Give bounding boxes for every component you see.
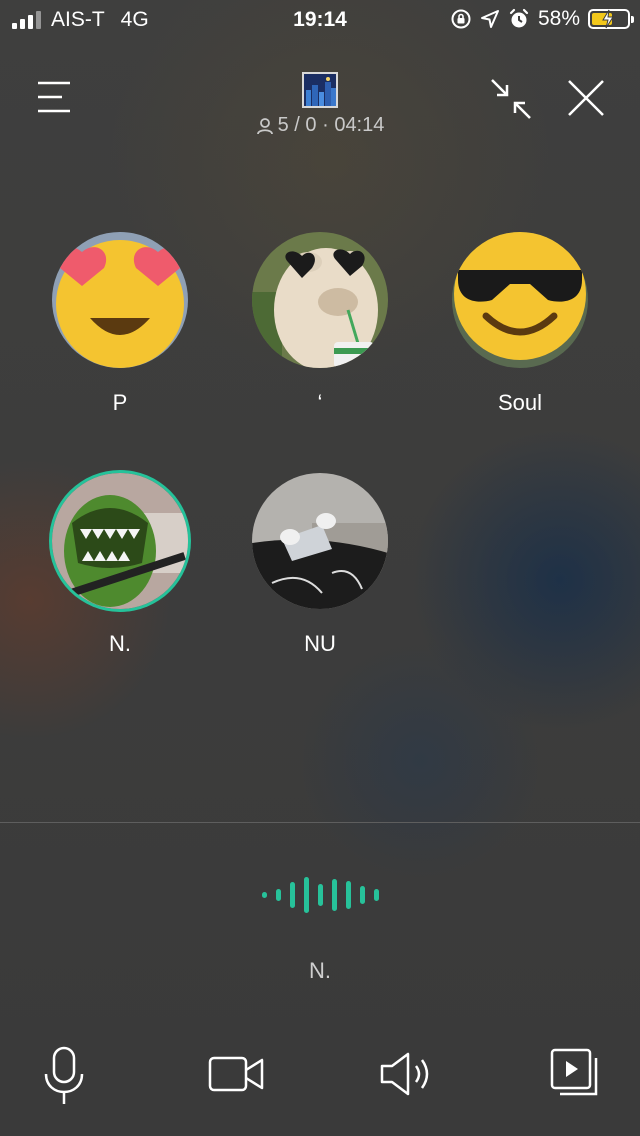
microphone-icon[interactable] bbox=[40, 1046, 88, 1111]
screen-share-icon[interactable] bbox=[550, 1048, 602, 1105]
avatar bbox=[252, 473, 388, 609]
room-info: 5 / 0 · 04:14 bbox=[0, 114, 640, 137]
video-camera-icon[interactable] bbox=[208, 1054, 264, 1099]
avatar bbox=[452, 232, 588, 368]
avatar-speaking bbox=[52, 473, 188, 609]
sneakers-photo-icon bbox=[252, 473, 388, 609]
close-icon[interactable] bbox=[566, 78, 606, 118]
location-arrow-icon bbox=[480, 10, 499, 28]
voice-wave-indicator bbox=[250, 872, 390, 918]
status-bar: AIS-T 4G 19:14 58% bbox=[0, 0, 640, 40]
active-speaker-name: N. bbox=[309, 958, 331, 983]
participant-count-duration: 5 / 0 · 04:14 bbox=[277, 114, 385, 136]
speaker-icon[interactable] bbox=[378, 1052, 432, 1101]
participant-name: NU bbox=[304, 631, 336, 656]
room-thumbnail[interactable] bbox=[302, 72, 338, 108]
participant-tile[interactable]: N. bbox=[30, 473, 210, 657]
participant-tile[interactable]: NU bbox=[230, 473, 410, 657]
llama-photo-icon bbox=[252, 232, 388, 368]
battery-icon bbox=[588, 9, 634, 29]
divider bbox=[0, 822, 640, 823]
alarm-icon bbox=[509, 8, 529, 28]
dinosaur-photo-icon bbox=[52, 473, 188, 609]
participant-tile[interactable]: Soul bbox=[430, 232, 610, 416]
heart-eyes-emoji-icon bbox=[52, 232, 188, 368]
avatar bbox=[252, 232, 388, 368]
avatar bbox=[52, 232, 188, 368]
participant-name: N. bbox=[109, 631, 131, 656]
shrink-icon[interactable] bbox=[488, 76, 534, 122]
participant-name: P bbox=[112, 390, 128, 415]
participant-name: Soul bbox=[497, 390, 543, 415]
participant-tile[interactable]: ‘ bbox=[230, 232, 410, 416]
rotation-lock-icon bbox=[451, 9, 471, 29]
sunglasses-emoji-icon bbox=[452, 232, 588, 368]
participant-tile[interactable]: P bbox=[30, 232, 210, 416]
battery-percent: 58% bbox=[537, 7, 580, 30]
person-icon bbox=[256, 117, 273, 134]
participant-name: ‘ bbox=[317, 390, 323, 415]
menu-icon[interactable] bbox=[32, 80, 76, 116]
